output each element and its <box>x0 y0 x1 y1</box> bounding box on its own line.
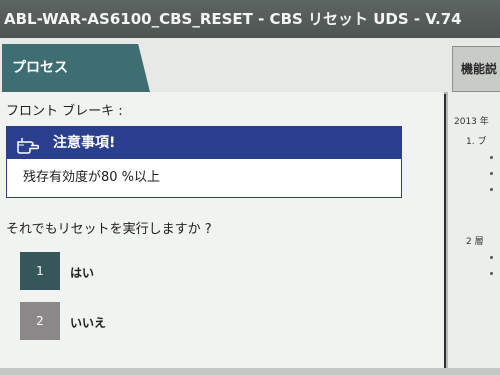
tab-process[interactable]: プロセス <box>2 44 150 92</box>
option-yes-label[interactable]: はい <box>70 264 94 281</box>
tab-strip: プロセス 機能説 <box>0 38 500 92</box>
option-no-button[interactable]: 2 <box>20 302 60 340</box>
bullet-dot <box>490 256 493 259</box>
panel-item-1: 1. ブ <box>466 137 487 147</box>
bullet-dot <box>490 156 493 159</box>
notice-box: 注意事項! 残存有効度が80 %以上 <box>6 126 402 198</box>
panel-item-2: 2 層 <box>466 237 484 247</box>
function-description-panel: 2013 年 1. ブ 2 層 <box>446 92 500 375</box>
bullet-dot <box>490 188 493 191</box>
tab-function-description[interactable]: 機能説 <box>452 46 500 92</box>
window-title: ABL-WAR-AS6100_CBS_RESET - CBS リセット UDS … <box>0 0 500 38</box>
confirm-question: それでもリセットを実行しますか ? <box>6 222 212 237</box>
section-title: フロント ブレーキ : <box>6 104 123 119</box>
option-yes-button[interactable]: 1 <box>20 252 60 290</box>
option-no-label[interactable]: いいえ <box>70 314 106 331</box>
notice-title: 注意事項! <box>53 135 116 151</box>
bullet-dot <box>490 272 493 275</box>
notice-message: 残存有効度が80 %以上 <box>23 170 161 185</box>
main-content: フロント ブレーキ : 注意事項! 残存有効度が80 %以上 それでもリセットを… <box>0 92 444 375</box>
notice-header: 注意事項! <box>7 127 401 159</box>
bottom-border <box>0 368 500 375</box>
pointing-hand-icon <box>17 134 40 154</box>
bullet-dot <box>490 172 493 175</box>
panel-year: 2013 年 <box>454 117 489 127</box>
